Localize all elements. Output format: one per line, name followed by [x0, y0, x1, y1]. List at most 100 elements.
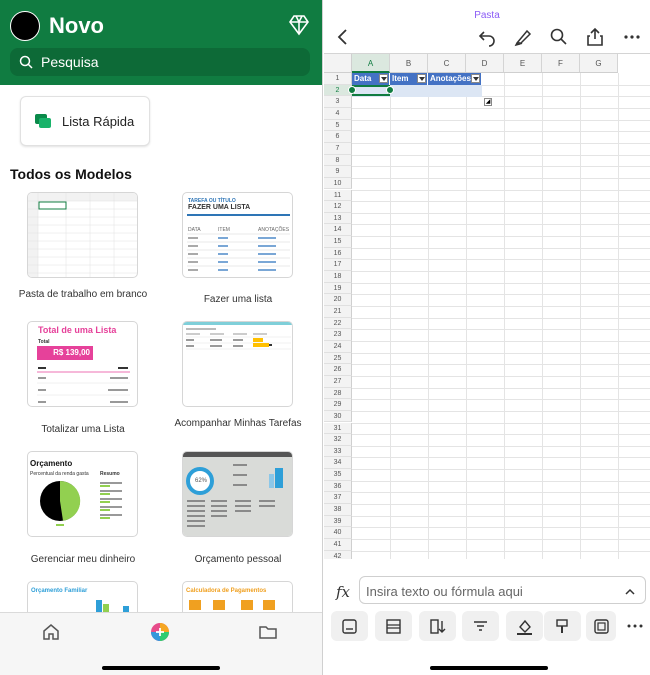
row-header[interactable]: 41	[324, 539, 352, 551]
filter-dropdown-icon[interactable]	[471, 74, 480, 83]
back-icon[interactable]	[333, 27, 353, 47]
chevron-up-icon[interactable]	[624, 586, 636, 598]
row-header[interactable]: 16	[324, 247, 352, 260]
table-resize-handle[interactable]: ◢	[484, 98, 492, 107]
row-header[interactable]: 8	[324, 154, 352, 167]
formula-input[interactable]: Insira texto ou fórmula aqui	[359, 576, 646, 604]
table-header-cell[interactable]: Anotações	[428, 73, 482, 85]
wrap-text-button[interactable]	[375, 611, 412, 641]
row-header[interactable]: 30	[324, 410, 352, 423]
template-make-list[interactable]: TAREFA OU TÍTULO FAZER UMA LISTA DATA IT…	[182, 192, 293, 278]
grid-line	[352, 119, 650, 121]
row-header[interactable]: 12	[324, 201, 352, 213]
row-header[interactable]: 5	[324, 119, 352, 132]
grid-line	[352, 469, 650, 471]
row-header[interactable]: 36	[324, 480, 352, 493]
row-header[interactable]: 34	[324, 457, 352, 470]
more-icon[interactable]	[622, 27, 642, 47]
table-header-cell[interactable]: Item	[390, 73, 428, 85]
formatting-toolbar	[324, 611, 650, 643]
create-new-icon[interactable]	[150, 622, 170, 642]
row-header[interactable]: 7	[324, 142, 352, 155]
format-painter-button[interactable]	[544, 611, 581, 641]
row-header[interactable]: 20	[324, 294, 352, 306]
column-header[interactable]: D	[466, 54, 504, 73]
spreadsheet-grid[interactable]: A B C D E F G 1 2 3 4 5 6 7 8 9 10 11 12 13 14 15 16 17 18 19 20 21…	[324, 53, 650, 559]
fill-color-button[interactable]	[506, 611, 543, 641]
row-header[interactable]: 19	[324, 282, 352, 295]
row-header[interactable]: 1	[324, 73, 352, 85]
cell-style-button[interactable]	[331, 611, 368, 641]
search-icon[interactable]	[549, 27, 569, 47]
filter-button[interactable]	[462, 611, 499, 641]
share-icon[interactable]	[585, 27, 605, 47]
more-tools-icon[interactable]	[626, 617, 644, 635]
merge-cells-button[interactable]	[586, 611, 616, 641]
row-header[interactable]: 32	[324, 434, 352, 446]
avatar[interactable]	[10, 11, 40, 41]
quick-list-button[interactable]: Lista Rápida	[20, 96, 150, 146]
template-track-tasks[interactable]	[182, 321, 293, 407]
row-header[interactable]: 27	[324, 375, 352, 388]
diamond-icon[interactable]	[287, 13, 311, 37]
row-header[interactable]: 4	[324, 107, 352, 120]
row-header[interactable]: 15	[324, 236, 352, 248]
row-header[interactable]: 35	[324, 469, 352, 481]
column-header[interactable]: F	[542, 54, 580, 73]
table-header-cell[interactable]: Data	[352, 73, 390, 85]
row-header[interactable]: 10	[324, 177, 352, 190]
row-header[interactable]: 38	[324, 504, 352, 516]
grid-line	[352, 212, 650, 214]
row-header[interactable]: 33	[324, 445, 352, 458]
row-header[interactable]: 22	[324, 317, 352, 330]
column-header[interactable]: B	[390, 54, 428, 73]
row-header[interactable]: 37	[324, 492, 352, 505]
template-blank-workbook[interactable]	[27, 192, 138, 278]
folder-icon[interactable]	[258, 622, 278, 642]
select-all-corner[interactable]	[324, 54, 352, 73]
row-header[interactable]: 6	[324, 131, 352, 143]
row-header[interactable]: 11	[324, 189, 352, 202]
fx-icon[interactable]: fx	[336, 583, 350, 601]
pen-icon[interactable]	[513, 27, 533, 47]
row-header[interactable]: 31	[324, 422, 352, 435]
template-personal-budget[interactable]: 62%	[182, 451, 293, 537]
sort-button[interactable]	[419, 611, 456, 641]
row-header[interactable]: 17	[324, 259, 352, 272]
grid-line	[352, 271, 650, 273]
undo-icon[interactable]	[477, 27, 497, 47]
selected-cell[interactable]	[352, 84, 390, 97]
home-icon[interactable]	[41, 622, 61, 642]
row-header[interactable]: 29	[324, 399, 352, 411]
template-total-list[interactable]: Total de uma Lista Total R$ 139,00	[27, 321, 138, 407]
row-header[interactable]: 3	[324, 96, 352, 108]
row-header[interactable]: 28	[324, 387, 352, 400]
row-header[interactable]: 23	[324, 329, 352, 341]
row-header[interactable]: 13	[324, 212, 352, 225]
row-header[interactable]: 18	[324, 271, 352, 283]
row-header[interactable]: 9	[324, 166, 352, 178]
column-header[interactable]: E	[504, 54, 542, 73]
row-header[interactable]: 24	[324, 340, 352, 353]
filter-dropdown-icon[interactable]	[417, 74, 426, 83]
make-list-rows	[187, 233, 290, 271]
search-input[interactable]: Pesquisa	[10, 48, 310, 76]
column-header[interactable]: C	[428, 54, 466, 73]
row-header[interactable]: 42	[324, 550, 352, 559]
row-header[interactable]: 25	[324, 352, 352, 365]
row-header[interactable]: 40	[324, 527, 352, 539]
row-header[interactable]: 39	[324, 515, 352, 528]
formula-placeholder: Insira texto ou fórmula aqui	[366, 584, 523, 599]
search-icon	[19, 55, 33, 69]
filter-dropdown-icon[interactable]	[379, 74, 388, 83]
row-header[interactable]: 14	[324, 224, 352, 237]
row-header[interactable]: 26	[324, 364, 352, 376]
row-header[interactable]: 21	[324, 306, 352, 318]
workbook-title[interactable]: Pasta	[324, 10, 650, 21]
grid-line	[352, 445, 650, 447]
template-label: Pasta de trabalho em branco	[18, 289, 148, 300]
template-manage-money[interactable]: Orçamento Percentual da renda gasta Resu…	[27, 451, 138, 537]
column-header[interactable]: A	[352, 54, 390, 73]
grid-line	[352, 247, 650, 249]
column-header[interactable]: G	[580, 54, 618, 73]
